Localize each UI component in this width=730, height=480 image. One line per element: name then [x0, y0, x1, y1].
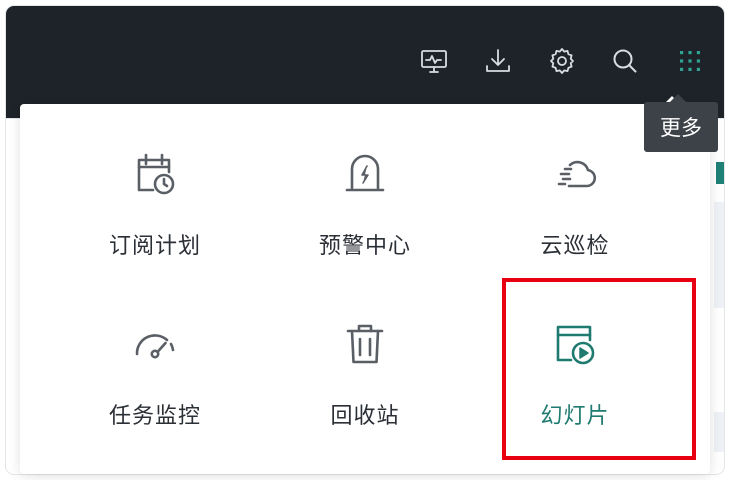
menu-item-alert-center[interactable]: 预警中心 — [260, 104, 470, 269]
background-row — [714, 202, 724, 232]
selection-highlight-box — [502, 278, 696, 460]
background-row — [714, 232, 724, 308]
grid-apps-icon[interactable] — [673, 44, 707, 78]
menu-item-label: 订阅计划 — [108, 234, 201, 259]
alarm-bell-icon — [345, 154, 385, 192]
menu-item-subscription-plan[interactable]: 订阅计划 — [50, 104, 260, 269]
monitor-pulse-icon[interactable] — [417, 44, 451, 78]
menu-item-recycle-bin[interactable]: 回收站 — [260, 274, 470, 439]
top-toolbar — [6, 6, 724, 118]
menu-item-label: 预警中心 — [318, 234, 411, 259]
gear-icon[interactable] — [545, 44, 579, 78]
tooltip-text: 更多 — [660, 116, 702, 140]
background-row — [714, 412, 724, 452]
menu-item-label: 回收站 — [330, 404, 400, 429]
background-teal-tag — [716, 162, 724, 184]
gauge-icon — [135, 334, 175, 359]
more-tooltip: 更多 — [644, 94, 718, 152]
calendar-clock-icon — [137, 153, 175, 195]
menu-item-task-monitor[interactable]: 任务监控 — [50, 274, 260, 439]
trash-icon — [346, 324, 384, 364]
menu-item-label: 云巡检 — [540, 234, 610, 259]
cloud-speed-icon — [557, 160, 597, 188]
menu-item-label: 任务监控 — [108, 404, 201, 429]
search-icon[interactable] — [608, 44, 642, 78]
download-icon[interactable] — [481, 44, 515, 78]
